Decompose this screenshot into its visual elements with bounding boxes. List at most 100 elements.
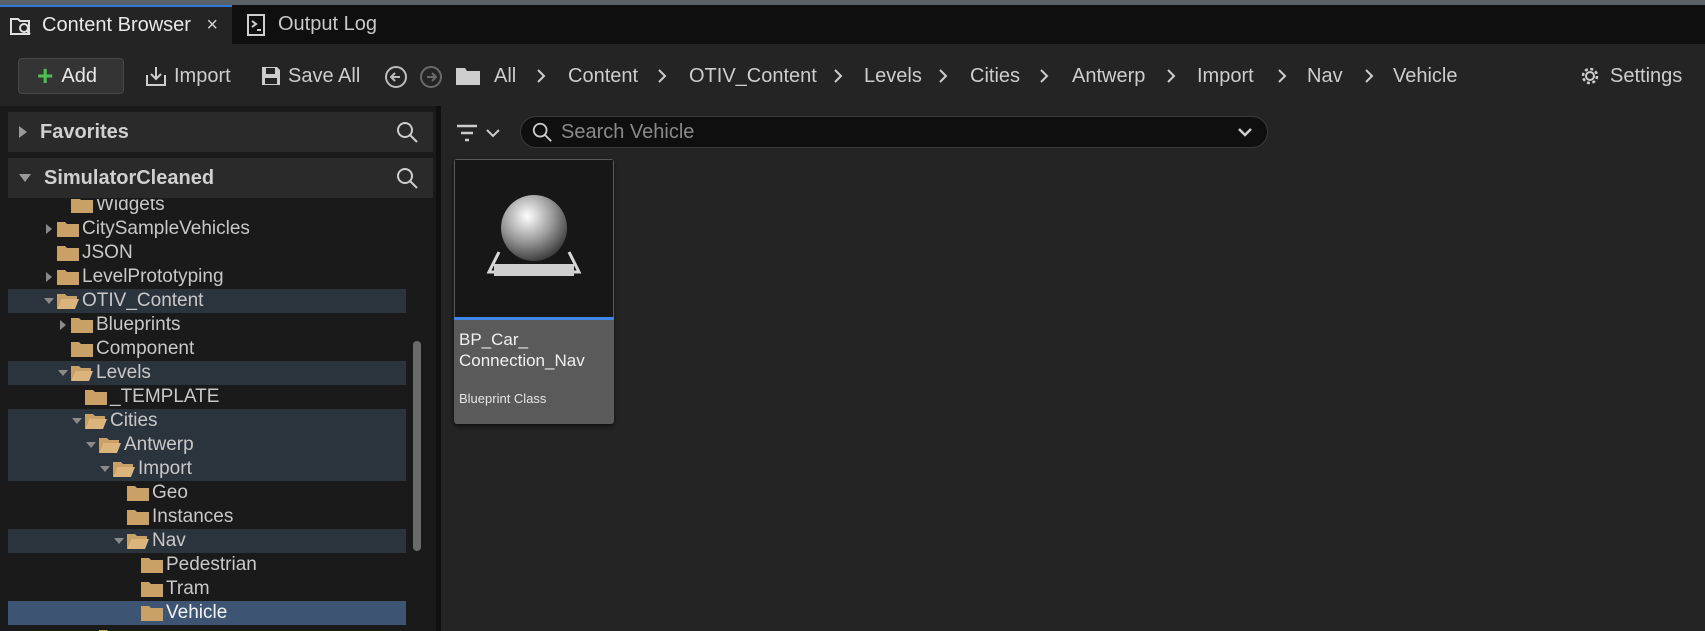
back-button[interactable] xyxy=(385,66,407,88)
chevron-right-icon[interactable] xyxy=(56,319,70,331)
save-all-icon xyxy=(262,67,280,85)
folder-icon xyxy=(57,246,79,261)
tree-item-component[interactable]: Component xyxy=(8,337,406,361)
chevron-right-icon[interactable] xyxy=(42,223,56,235)
folder-icon xyxy=(127,510,149,525)
folder-open-icon xyxy=(99,438,121,453)
gear-icon xyxy=(1581,67,1599,85)
folder-icon xyxy=(141,582,163,597)
search-input[interactable] xyxy=(561,120,1221,144)
tree-item-nav[interactable]: Nav xyxy=(8,529,406,553)
tree-item-template[interactable]: _TEMPLATE xyxy=(8,385,406,409)
breadcrumb-cities[interactable]: Cities xyxy=(970,58,1020,94)
project-section-header[interactable]: SimulatorCleaned xyxy=(8,158,433,198)
tree-item-label: Cities xyxy=(110,410,158,431)
tree-item-blueprints[interactable]: Blueprints xyxy=(8,313,406,337)
folder-icon xyxy=(127,486,149,501)
chevron-right-icon[interactable] xyxy=(657,58,667,94)
tree-item-label: JSON xyxy=(82,242,133,263)
tree-item-label: Levels xyxy=(96,362,151,383)
chevron-down-icon[interactable] xyxy=(98,465,112,473)
tree-item-import[interactable]: Import xyxy=(8,457,406,481)
chevron-right-icon[interactable] xyxy=(42,271,56,283)
favorites-section-header[interactable]: Favorites xyxy=(8,112,433,152)
tree-item-label: Import xyxy=(138,458,192,479)
tab-output-log[interactable]: Output Log xyxy=(244,5,377,44)
chevron-down-icon[interactable] xyxy=(84,441,98,449)
breadcrumb-antwerp[interactable]: Antwerp xyxy=(1072,58,1145,94)
tree-item-citysamplevehicles[interactable]: CitySampleVehicles xyxy=(8,217,406,241)
folder-icon xyxy=(85,390,107,405)
tree-item-antwerp[interactable]: Antwerp xyxy=(8,433,406,457)
tree-item-partial xyxy=(8,625,406,631)
tree-scrollbar[interactable] xyxy=(413,341,421,551)
import-button[interactable]: Import xyxy=(144,58,231,94)
folder-open-icon xyxy=(57,294,79,309)
tree-item-instances[interactable]: Instances xyxy=(8,505,406,529)
chevron-right-icon[interactable] xyxy=(938,58,948,94)
tree-item-tram[interactable]: Tram xyxy=(8,577,406,601)
breadcrumb-vehicle[interactable]: Vehicle xyxy=(1393,58,1458,94)
chevron-down-icon[interactable] xyxy=(56,369,70,377)
tree-item-label: Blueprints xyxy=(96,314,181,335)
arrow-left-icon xyxy=(390,72,400,82)
chevron-right-icon[interactable] xyxy=(1277,58,1287,94)
save-all-button[interactable]: Save All xyxy=(260,58,360,94)
tree-item-label: Component xyxy=(96,338,195,359)
chevron-right-icon xyxy=(19,126,27,138)
tree-item-widgets[interactable]: Widgets xyxy=(8,199,406,217)
search-box[interactable] xyxy=(520,116,1268,148)
forward-button[interactable] xyxy=(420,66,442,88)
plus-icon: + xyxy=(37,60,54,91)
search-icon[interactable] xyxy=(395,120,419,144)
search-icon[interactable] xyxy=(395,166,419,190)
chevron-down-icon xyxy=(486,129,500,138)
add-button[interactable]: + Add xyxy=(18,58,124,94)
tree-item-otiv-content[interactable]: OTIV_Content xyxy=(8,289,406,313)
filter-button[interactable] xyxy=(455,116,501,150)
tree-item-vehicle[interactable]: Vehicle xyxy=(8,601,406,625)
tab-content-browser[interactable]: Content Browser × xyxy=(0,5,232,44)
folder-icon xyxy=(71,199,93,213)
asset-view xyxy=(441,106,1705,631)
tree-item-label: Instances xyxy=(152,506,234,527)
tree-item-levelprototyping[interactable]: LevelPrototyping xyxy=(8,265,406,289)
folder-icon xyxy=(57,222,79,237)
folder-icon xyxy=(57,270,79,285)
content-browser-icon xyxy=(8,13,34,39)
chevron-right-icon[interactable] xyxy=(833,58,843,94)
chevron-right-icon[interactable] xyxy=(1039,58,1049,94)
asset-tile[interactable]: BP_Car_ Connection_Nav Blueprint Class xyxy=(454,159,614,424)
chevron-right-icon[interactable] xyxy=(1364,58,1374,94)
tree-item-label: LevelPrototyping xyxy=(82,266,224,287)
tree-item-levels[interactable]: Levels xyxy=(8,361,406,385)
folder-icon xyxy=(141,606,163,621)
chevron-right-icon[interactable] xyxy=(536,58,546,94)
tree-item-json[interactable]: JSON xyxy=(8,241,406,265)
breadcrumb-content[interactable]: Content xyxy=(568,58,638,94)
breadcrumb-all[interactable]: All xyxy=(494,58,516,94)
breadcrumb-levels[interactable]: Levels xyxy=(864,58,922,94)
tab-bar: Content Browser × Output Log xyxy=(0,5,1705,44)
chevron-down-icon[interactable] xyxy=(112,537,126,545)
chevron-down-icon[interactable] xyxy=(70,417,84,425)
breadcrumb-nav[interactable]: Nav xyxy=(1307,58,1343,94)
search-icon xyxy=(532,122,552,142)
folder-open-icon xyxy=(85,414,107,429)
close-icon[interactable]: × xyxy=(206,14,218,37)
breadcrumb-otiv-content[interactable]: OTIV_Content xyxy=(689,58,817,94)
folder-icon xyxy=(456,68,480,85)
tree-item-cities[interactable]: Cities xyxy=(8,409,406,433)
folder-icon xyxy=(71,318,93,333)
settings-button[interactable]: Settings xyxy=(1578,58,1682,94)
tree-item-label: Widgets xyxy=(96,199,165,215)
tree-item-label: _TEMPLATE xyxy=(110,386,220,407)
tree-item-label: Nav xyxy=(152,530,186,551)
breadcrumb-import[interactable]: Import xyxy=(1197,58,1254,94)
chevron-down-icon[interactable] xyxy=(1237,125,1253,139)
tree-item-geo[interactable]: Geo xyxy=(8,481,406,505)
tree-item-pedestrian[interactable]: Pedestrian xyxy=(8,553,406,577)
chevron-down-icon[interactable] xyxy=(42,297,56,305)
chevron-right-icon[interactable] xyxy=(1166,58,1176,94)
folder-open-icon xyxy=(113,462,135,477)
